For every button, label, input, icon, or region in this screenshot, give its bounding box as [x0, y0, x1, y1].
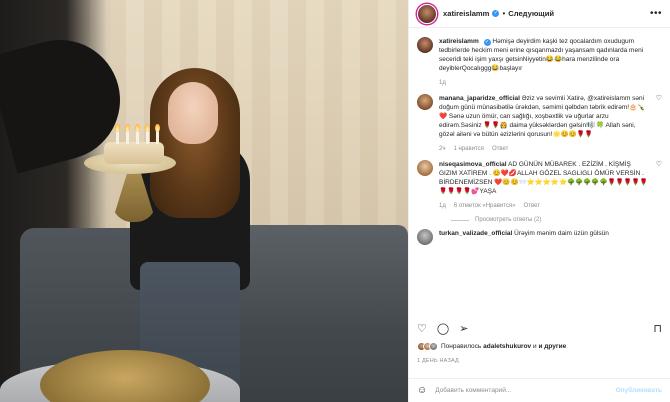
reply-button[interactable]: Ответ: [524, 202, 540, 211]
post-header: xatireislamm ✓ • Следующий •••: [409, 0, 670, 28]
comment-icon[interactable]: ◯: [437, 322, 449, 335]
comment-likes[interactable]: 1 нравится: [453, 145, 483, 154]
emoji-icon[interactable]: ☺: [417, 385, 427, 396]
comments-list[interactable]: xatireislamm ✓ Həmişə deyirdim kaşki tez…: [409, 29, 670, 315]
comment-time: 2ч: [439, 146, 446, 152]
heart-icon[interactable]: ♡: [417, 322, 427, 335]
comment-likes[interactable]: 6 отметок «Нравится»: [454, 202, 516, 211]
likes-prefix: Понравилось: [441, 343, 482, 350]
list-item: niseqasimova_official AD GÜNÜN MÜBAREK .…: [417, 160, 662, 211]
author-avatar[interactable]: [417, 3, 437, 24]
comment-like-heart-icon[interactable]: ♡: [656, 160, 662, 211]
post-viewer: xatireislamm ✓ • Следующий ••• xatireisl…: [0, 0, 670, 402]
comment-username[interactable]: niseqasimova_official: [439, 161, 507, 168]
list-item: manana_japaridze_official Əziz və seviml…: [417, 94, 662, 154]
caption-time: 1д: [439, 80, 446, 86]
list-item: turkan_valizade_official Ürəyim mənim da…: [417, 229, 662, 245]
caption-avatar[interactable]: [417, 37, 433, 53]
commenter-avatar[interactable]: [417, 94, 433, 110]
comment-time: 1д: [439, 203, 446, 209]
follow-button[interactable]: Следующий: [508, 9, 554, 18]
post-comment-button[interactable]: Опубликовать: [616, 387, 662, 394]
likes-others[interactable]: и другие: [538, 343, 566, 350]
post-photo[interactable]: [0, 0, 408, 402]
post-side-panel: xatireislamm ✓ • Следующий ••• xatireisl…: [408, 0, 670, 402]
caption-username[interactable]: xatireislamm: [439, 38, 479, 45]
likes-and: и: [532, 343, 537, 350]
post-date: 1 ДЕНЬ НАЗАД: [417, 358, 459, 364]
author-username[interactable]: xatireislamm: [443, 9, 489, 18]
separator: •: [502, 9, 506, 18]
verified-badge-icon: ✓: [492, 10, 500, 17]
bookmark-icon[interactable]: ⊓: [653, 322, 662, 335]
post-actions: ♡ ◯ ➢ ⊓: [417, 318, 662, 338]
comment-like-heart-icon[interactable]: ♡: [656, 94, 662, 154]
share-icon[interactable]: ➢: [459, 322, 468, 335]
view-replies-button[interactable]: Просмотреть ответы (2): [451, 217, 662, 223]
likes-summary: Понравилось adaletshukurov и и другие: [417, 342, 662, 351]
liker-avatar: [429, 342, 438, 351]
comment-input[interactable]: [435, 387, 616, 394]
commenter-avatar[interactable]: [417, 229, 433, 245]
comment-username[interactable]: manana_japaridze_official: [439, 95, 520, 102]
commenter-avatar[interactable]: [417, 160, 433, 176]
likes-user[interactable]: adaletshukurov: [483, 343, 531, 350]
caption: xatireislamm ✓ Həmişə deyirdim kaşki tez…: [417, 37, 662, 88]
comment-username[interactable]: turkan_valizade_official: [439, 230, 512, 237]
verified-badge-icon: ✓: [483, 39, 491, 46]
comment-text: Ürəyim mənim daim üzün gülsün: [514, 230, 609, 237]
more-options-icon[interactable]: •••: [650, 8, 662, 19]
reply-button[interactable]: Ответ: [492, 145, 508, 154]
add-comment-bar: ☺ Опубликовать: [409, 378, 670, 402]
